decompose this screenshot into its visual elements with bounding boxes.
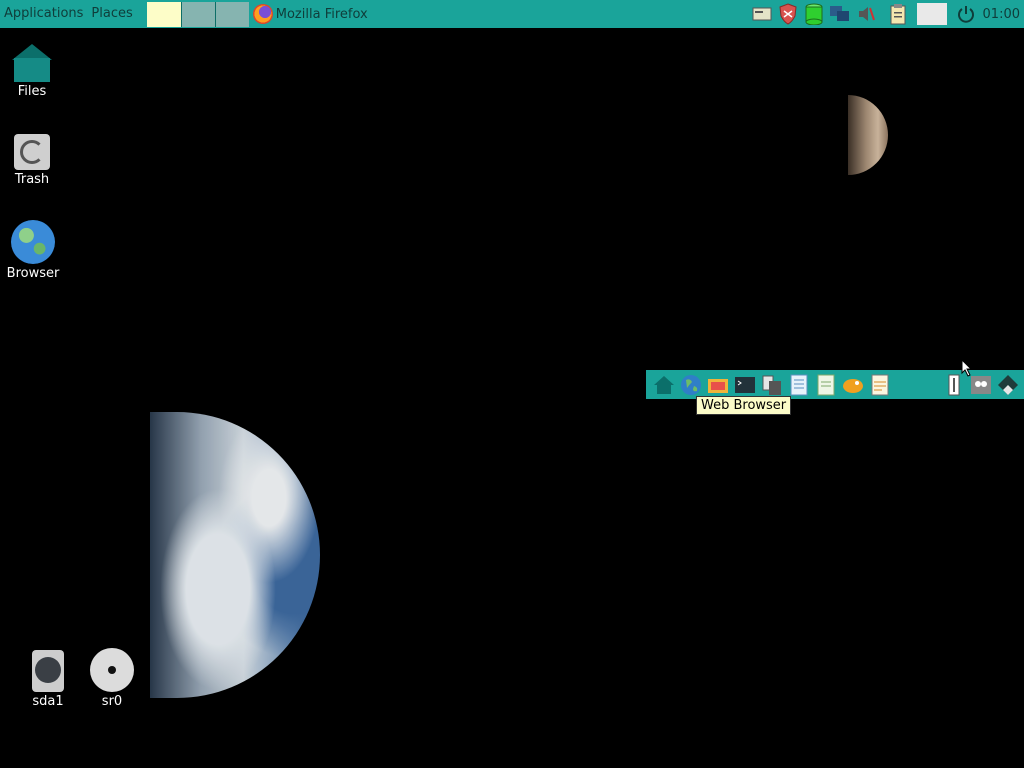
storage-icon[interactable] bbox=[751, 3, 773, 25]
window-list-icon[interactable] bbox=[916, 3, 947, 25]
clipboard-icon[interactable] bbox=[887, 3, 909, 25]
desktop-icon-sr0[interactable]: sr0 bbox=[80, 648, 144, 709]
desktop-icon-files[interactable]: Files bbox=[0, 42, 64, 99]
launcher-tooltip: Web Browser bbox=[696, 396, 792, 415]
workspace-1-button[interactable] bbox=[146, 1, 181, 27]
power-icon[interactable] bbox=[955, 3, 977, 25]
file-copy-launcher[interactable] bbox=[760, 373, 783, 397]
volume-muted-icon[interactable] bbox=[855, 3, 877, 25]
system-monitor-launcher[interactable] bbox=[970, 373, 993, 397]
optical-drive-icon bbox=[90, 648, 134, 692]
desktop-icon-sda1-label: sda1 bbox=[32, 694, 64, 709]
web-browser-launcher[interactable] bbox=[679, 373, 702, 397]
taskbar-firefox-label: Mozilla Firefox bbox=[275, 6, 368, 22]
home-folder-icon bbox=[12, 42, 52, 82]
shield-icon[interactable] bbox=[777, 3, 799, 25]
clock[interactable]: 01:00 bbox=[983, 7, 1020, 22]
file-manager-launcher[interactable] bbox=[706, 373, 729, 397]
wallpaper-moon bbox=[848, 95, 888, 175]
taskbar-firefox[interactable]: Mozilla Firefox bbox=[249, 0, 368, 28]
home-folder-launcher[interactable] bbox=[652, 373, 675, 397]
system-tray: 01:00 bbox=[749, 0, 1024, 28]
blank-launcher[interactable] bbox=[896, 373, 919, 397]
spreadsheet-launcher[interactable] bbox=[814, 373, 837, 397]
applications-menu[interactable]: Applications bbox=[0, 0, 87, 28]
desktop-icon-browser[interactable]: Browser bbox=[1, 220, 65, 281]
desktop-icon-sda1[interactable]: sda1 bbox=[16, 650, 80, 709]
trash-icon bbox=[14, 134, 50, 170]
firefox-icon bbox=[252, 4, 273, 24]
database-icon[interactable] bbox=[803, 3, 825, 25]
network-icon[interactable] bbox=[829, 3, 851, 25]
text-editor-launcher[interactable] bbox=[869, 373, 892, 397]
desktop-icon-trash[interactable]: Trash bbox=[0, 134, 64, 187]
desktop-icon-files-label: Files bbox=[17, 84, 47, 99]
text-document-launcher[interactable] bbox=[787, 373, 810, 397]
app-launcher-menu[interactable] bbox=[997, 373, 1020, 397]
hard-drive-icon bbox=[32, 650, 64, 692]
wallpaper-earth bbox=[150, 412, 320, 698]
places-menu[interactable]: Places bbox=[87, 0, 136, 28]
workspace-3-button[interactable] bbox=[214, 1, 249, 27]
desktop-icon-trash-label: Trash bbox=[14, 172, 50, 187]
desktop-icon-sr0-label: sr0 bbox=[101, 694, 123, 709]
workspace-2-button[interactable] bbox=[180, 1, 215, 27]
globe-icon bbox=[11, 220, 55, 264]
terminal-launcher[interactable] bbox=[733, 373, 756, 397]
desktop-icon-browser-label: Browser bbox=[6, 266, 60, 281]
mouse-cursor-icon bbox=[961, 359, 973, 377]
image-viewer-launcher[interactable] bbox=[842, 373, 865, 397]
top-panel: Applications Places Mozilla Firefox 01:0… bbox=[0, 0, 1024, 28]
